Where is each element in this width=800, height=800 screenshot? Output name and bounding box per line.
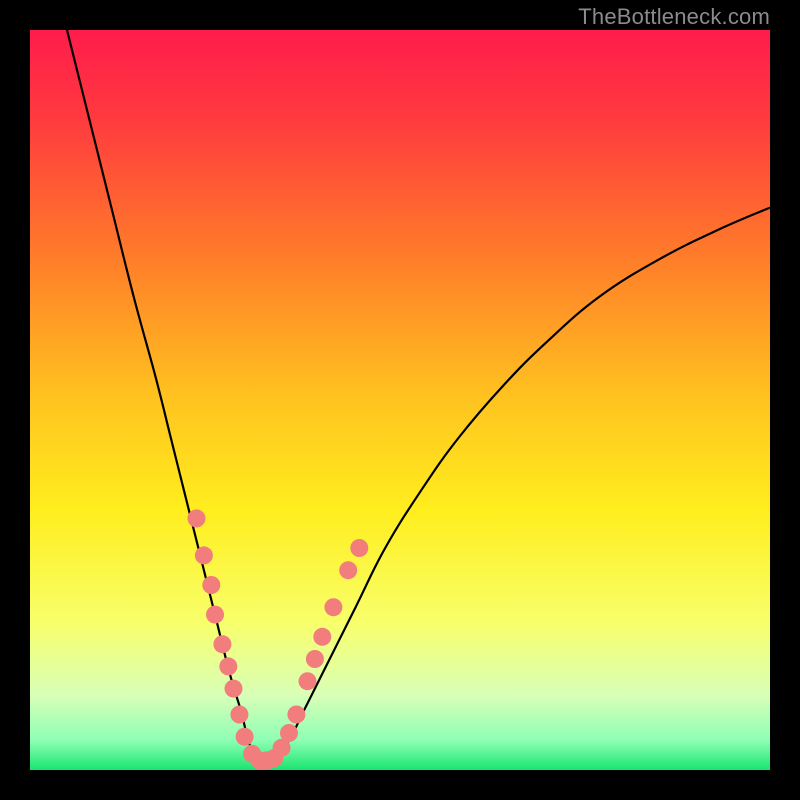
highlight-dots: [188, 509, 369, 769]
highlight-dot: [280, 724, 298, 742]
highlight-dot: [213, 635, 231, 653]
chart-container: TheBottleneck.com: [0, 0, 800, 800]
highlight-dot: [225, 680, 243, 698]
highlight-dot: [287, 706, 305, 724]
highlight-dot: [350, 539, 368, 557]
highlight-dot: [313, 628, 331, 646]
bottleneck-curve: [67, 30, 770, 763]
highlight-dot: [230, 706, 248, 724]
highlight-dot: [206, 606, 224, 624]
watermark-text: TheBottleneck.com: [578, 4, 770, 30]
highlight-dot: [324, 598, 342, 616]
highlight-dot: [306, 650, 324, 668]
highlight-dot: [219, 657, 237, 675]
curve-layer: [30, 30, 770, 770]
highlight-dot: [299, 672, 317, 690]
plot-area: [30, 30, 770, 770]
highlight-dot: [195, 546, 213, 564]
highlight-dot: [236, 728, 254, 746]
highlight-dot: [188, 509, 206, 527]
highlight-dot: [202, 576, 220, 594]
highlight-dot: [339, 561, 357, 579]
